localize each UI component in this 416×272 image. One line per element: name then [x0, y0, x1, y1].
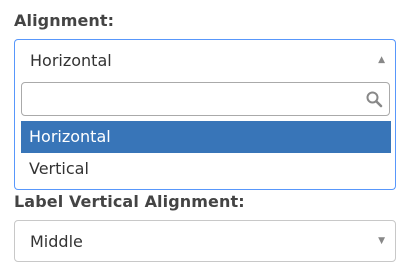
dropdown-search-input[interactable] — [22, 83, 389, 115]
label-vertical-alignment-label: Label Vertical Alignment: — [14, 192, 245, 211]
label-vertical-alignment-select[interactable]: Middle ▼ — [14, 220, 396, 262]
search-icon — [366, 91, 383, 108]
dropdown-search-box — [21, 82, 390, 116]
alignment-dropdown: Horizontal Vertical — [14, 82, 396, 190]
alignment-select[interactable]: Horizontal ▲ — [14, 39, 396, 82]
dropdown-option-horizontal[interactable]: Horizontal — [21, 121, 391, 153]
arrow-down-icon[interactable]: ▼ — [378, 236, 385, 246]
alignment-label: Alignment: — [14, 11, 115, 30]
label-vertical-alignment-selected-value: Middle — [30, 232, 83, 251]
dropdown-option-vertical[interactable]: Vertical — [21, 153, 391, 185]
alignment-selected-value: Horizontal — [30, 51, 112, 70]
arrow-up-icon[interactable]: ▲ — [378, 55, 385, 65]
